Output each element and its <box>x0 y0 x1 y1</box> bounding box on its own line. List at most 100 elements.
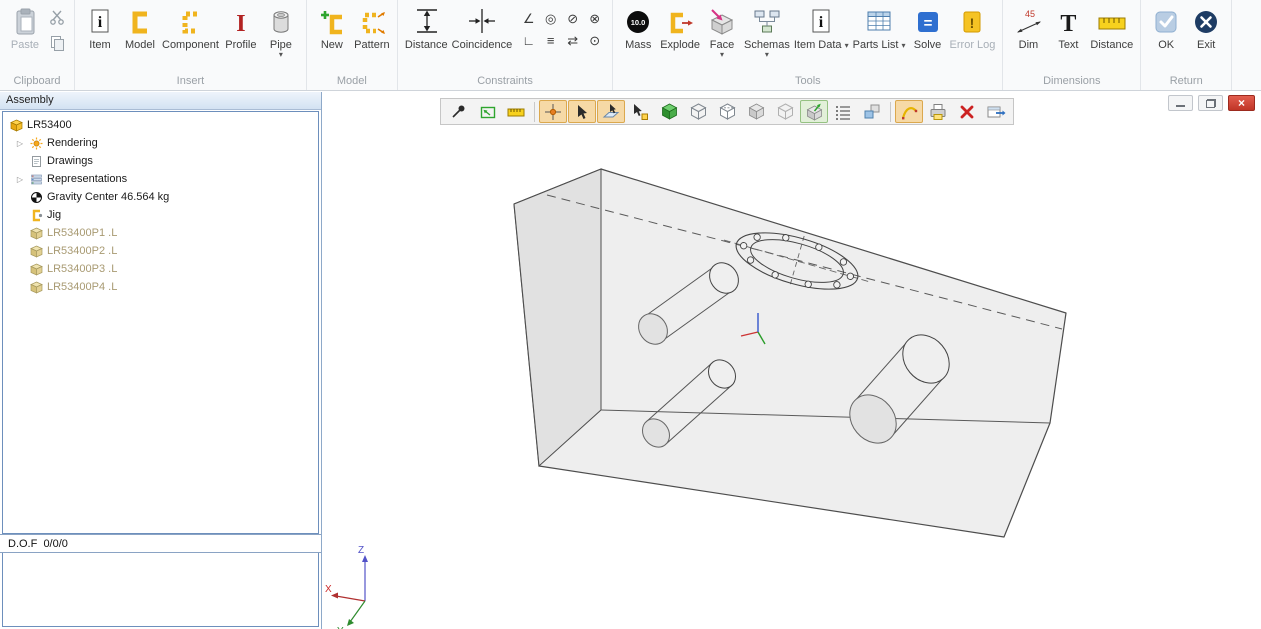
schemas-dropdown-caret[interactable]: ▾ <box>765 51 769 58</box>
group-label-return: Return <box>1146 75 1226 90</box>
face-button[interactable]: Face ▾ <box>702 1 742 63</box>
viewport-tool-cube-shaded[interactable] <box>742 100 770 123</box>
symmetric-constraint-button[interactable]: ⇄ <box>562 30 583 51</box>
parts-list-button[interactable]: Parts List ▾ <box>851 1 908 63</box>
perpendicular-constraint-button[interactable]: ∟ <box>518 30 539 51</box>
pipe-button[interactable]: Pipe ▾ <box>261 1 301 63</box>
tree-item-representations[interactable]: ▷ Representations <box>3 170 318 188</box>
cube-wireframe-icon <box>689 102 708 121</box>
scissors-icon <box>49 9 66 26</box>
tree-item-drawings[interactable]: Drawings <box>3 152 318 170</box>
axis-z-label: Z <box>358 545 364 556</box>
profile-button[interactable]: I Profile <box>221 1 261 63</box>
viewport-tool-cube-solid[interactable] <box>655 100 683 123</box>
3d-model[interactable] <box>514 169 1066 537</box>
component-button[interactable]: Component <box>160 1 221 63</box>
cut-button[interactable] <box>47 7 67 27</box>
error-log-button[interactable]: ! Error Log <box>948 1 998 63</box>
explode-button[interactable]: Explode <box>658 1 702 63</box>
group-label-model: Model <box>312 75 392 90</box>
tree-item-jig[interactable]: Jig <box>3 206 318 224</box>
distance-constraint-button[interactable]: Distance <box>403 1 450 63</box>
tree-item-part2[interactable]: LR53400P2 .L <box>3 242 318 260</box>
new-button[interactable]: New <box>312 1 352 63</box>
coincidence-button[interactable]: Coincidence <box>450 1 515 63</box>
item-data-button[interactable]: i Item Data ▾ <box>792 1 851 63</box>
model-c-icon <box>126 4 154 37</box>
model-left-face[interactable] <box>514 169 601 466</box>
assembly-panel-footer <box>2 553 319 627</box>
viewport-tool-snap-cursor[interactable] <box>568 100 596 123</box>
model-button[interactable]: Model <box>120 1 160 63</box>
pattern-button[interactable]: Pattern <box>352 1 392 63</box>
item-data-dropdown-caret[interactable]: ▾ <box>845 41 849 50</box>
angle-constraint-button[interactable]: ∠ <box>518 8 539 29</box>
tree-item-part1[interactable]: LR53400P1 .L <box>3 224 318 242</box>
viewport-tool-delete[interactable] <box>953 100 981 123</box>
face-dropdown-caret[interactable]: ▾ <box>720 51 724 58</box>
part-box-icon <box>29 244 43 258</box>
viewport-tool-blocks[interactable] <box>858 100 886 123</box>
tree-item-rendering[interactable]: ▷ Rendering <box>3 134 318 152</box>
expander-icon[interactable]: ▷ <box>15 139 25 148</box>
viewport-tool-cube-wireframe[interactable] <box>684 100 712 123</box>
viewport-tool-pin[interactable] <box>444 100 472 123</box>
concentric-constraint-button[interactable]: ◎ <box>540 8 561 29</box>
text-button[interactable]: T Text <box>1048 1 1088 63</box>
viewport-tool-cube-transparent[interactable] <box>771 100 799 123</box>
coplanar-constraint-button[interactable]: ⊙ <box>584 30 605 51</box>
distance-dim-button[interactable]: Distance <box>1088 1 1135 63</box>
parts-list-dropdown-caret[interactable]: ▾ <box>902 41 906 50</box>
parallel-constraint-button[interactable]: ≡ <box>540 30 561 51</box>
viewport-tool-snap-point[interactable] <box>539 100 567 123</box>
minimize-button[interactable] <box>1168 95 1193 111</box>
tree-item-part4[interactable]: LR53400P4 .L <box>3 278 318 296</box>
restore-button[interactable] <box>1198 95 1223 111</box>
viewport-tool-fit-frame[interactable] <box>473 100 501 123</box>
viewport-tool-wireframe-curve[interactable] <box>895 100 923 123</box>
paste-button[interactable]: Paste <box>5 1 45 63</box>
copy-button[interactable] <box>47 32 67 52</box>
assembly-panel: Assembly LR53400 ▷ Rendering Drawings ▷ <box>0 92 322 629</box>
part-box-icon <box>29 280 43 294</box>
exit-icon <box>1192 4 1220 37</box>
cube-shaded-icon <box>747 102 766 121</box>
expander-icon[interactable]: ▷ <box>15 175 25 184</box>
viewport-tool-select-element[interactable] <box>626 100 654 123</box>
item-icon: i <box>87 4 113 37</box>
viewport-tool-ruler[interactable] <box>502 100 530 123</box>
exit-button[interactable]: Exit <box>1186 1 1226 63</box>
mass-button[interactable]: 10.0 Mass <box>618 1 658 63</box>
svg-text:=: = <box>923 15 932 32</box>
print-icon <box>928 103 948 121</box>
3d-model-canvas[interactable]: Z X Y <box>322 92 1261 629</box>
group-label-dimensions: Dimensions <box>1008 75 1135 90</box>
tree-item-gravity-center[interactable]: Gravity Center 46.564 kg <box>3 188 318 206</box>
solve-button[interactable]: = Solve <box>908 1 948 63</box>
ok-button[interactable]: OK <box>1146 1 1186 63</box>
intersect-constraint-button[interactable]: ⊗ <box>584 8 605 29</box>
tree-item-part3[interactable]: LR53400P3 .L <box>3 260 318 278</box>
error-log-icon: ! <box>959 4 985 37</box>
dim-button[interactable]: 45 Dim <box>1008 1 1048 63</box>
mass-icon: 10.0 <box>624 4 652 37</box>
schemas-icon <box>752 4 782 37</box>
pipe-dropdown-caret[interactable]: ▾ <box>279 51 283 58</box>
viewport-tool-list[interactable] <box>829 100 857 123</box>
window-controls: × <box>1168 95 1255 111</box>
schemas-button[interactable]: Schemas ▾ <box>742 1 792 63</box>
item-button[interactable]: i Item <box>80 1 120 63</box>
tangent-constraint-button[interactable]: ⊘ <box>562 8 583 29</box>
item-data-icon: i <box>808 4 834 37</box>
close-button[interactable]: × <box>1228 95 1255 111</box>
viewport-tool-cube-normals[interactable] <box>800 100 828 123</box>
viewport-tool-cube-hidden-line[interactable] <box>713 100 741 123</box>
viewport-tool-print[interactable] <box>924 100 952 123</box>
ribbon-group-tools: 10.0 Mass Explode Face ▾ <box>613 0 1003 90</box>
viewport[interactable]: Z X Y <box>322 92 1261 629</box>
clipboard-mini-buttons <box>45 1 69 52</box>
viewport-tool-export-view[interactable] <box>982 100 1010 123</box>
pipe-icon <box>268 4 294 37</box>
tree-item-root[interactable]: LR53400 <box>3 116 318 134</box>
viewport-tool-snap-plane[interactable] <box>597 100 625 123</box>
